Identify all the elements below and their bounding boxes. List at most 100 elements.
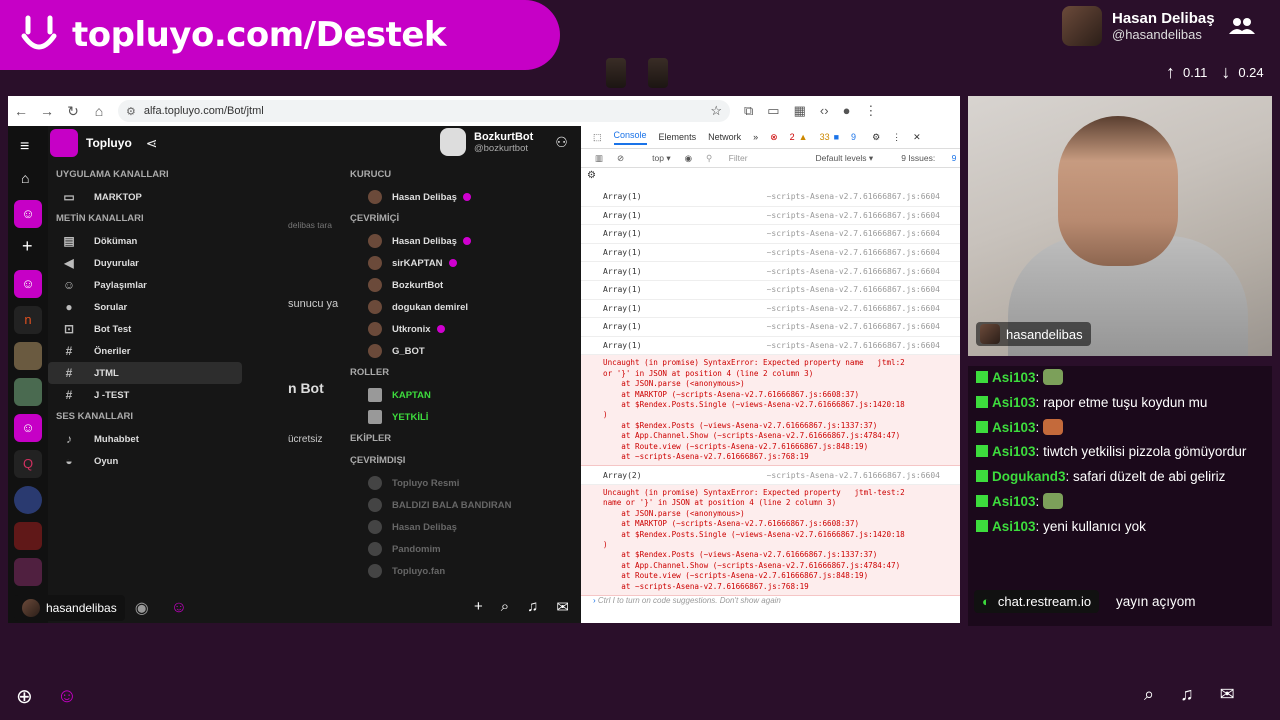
member-row[interactable]: Topluyo Resmi xyxy=(344,472,581,494)
console-row[interactable]: Array(1) ~scripts-Asena-v2.7.61666867.js:… xyxy=(581,244,960,263)
console-row-source[interactable]: ~scripts-Asena-v2.7.61666867.js:6604 xyxy=(767,248,940,257)
tab-console[interactable]: Console xyxy=(613,130,647,145)
member-row[interactable]: KAPTAN xyxy=(344,384,581,406)
settings-gear-icon[interactable]: ⚙ xyxy=(872,132,880,143)
console-row-source[interactable]: ~scripts-Asena-v2.7.61666867.js:6604 xyxy=(767,229,940,238)
extensions-icon[interactable]: ⧉ xyxy=(744,103,753,119)
console-row[interactable]: Array(1) ~scripts-Asena-v2.7.61666867.js:… xyxy=(581,262,960,281)
console-row[interactable]: Array(1) ~scripts-Asena-v2.7.61666867.js:… xyxy=(581,281,960,300)
more-tabs-icon[interactable]: » xyxy=(753,132,758,142)
chat-username[interactable]: Asi103 xyxy=(992,420,1036,435)
member-row[interactable]: Pandomim xyxy=(344,538,581,560)
channel-item[interactable]: ▤ Döküman xyxy=(48,230,248,252)
console-row-source[interactable]: ~scripts-Asena-v2.7.61666867.js:6604 xyxy=(767,304,940,313)
channel-item[interactable]: # JTML xyxy=(48,362,242,384)
chat-username[interactable]: Asi103 xyxy=(992,370,1036,385)
member-row[interactable]: Hasan Delibaş xyxy=(344,230,581,252)
apps-icon[interactable]: ▦ xyxy=(794,103,806,119)
add-server-icon[interactable]: + xyxy=(22,236,33,257)
server-icon[interactable] xyxy=(14,558,42,586)
globe-icon[interactable]: ⊕ xyxy=(16,684,33,709)
console-row[interactable]: Array(2) ~scripts-Asena-v2.7.61666867.js:… xyxy=(581,466,960,485)
server-icon[interactable]: Q xyxy=(14,450,42,478)
server-icon[interactable]: ☺ xyxy=(14,270,42,298)
menu-kebab-icon[interactable]: ⋮ xyxy=(864,103,877,119)
console-row[interactable]: Array(1) ~scripts-Asena-v2.7.61666867.js:… xyxy=(581,188,960,207)
console-row-source[interactable]: ~scripts-Asena-v2.7.61666867.js:6604 xyxy=(767,285,940,294)
member-row[interactable]: sirKAPTAN xyxy=(344,252,581,274)
console-row[interactable]: Array(1) ~scripts-Asena-v2.7.61666867.js:… xyxy=(581,337,960,356)
share-icon[interactable]: ⋖ xyxy=(146,135,158,152)
console-row[interactable]: Array(1) ~scripts-Asena-v2.7.61666867.js:… xyxy=(581,225,960,244)
notification-bell-icon[interactable]: ♫ xyxy=(1180,684,1194,705)
mail-icon[interactable]: ✉ xyxy=(1220,684,1235,705)
forward-icon[interactable]: → xyxy=(34,103,60,119)
server-icon[interactable] xyxy=(14,486,42,514)
tab-network[interactable]: Network xyxy=(708,132,741,142)
channel-item[interactable]: ☺ Paylaşımlar xyxy=(48,274,248,296)
chat-username[interactable]: Asi103 xyxy=(992,395,1036,410)
member-row[interactable]: Hasan Delibaş xyxy=(344,516,581,538)
console-row[interactable]: Array(1) ~scripts-Asena-v2.7.61666867.js:… xyxy=(581,318,960,337)
members-toggle-icon[interactable]: ⚇ xyxy=(555,134,568,151)
console-input[interactable]: › Ctrl I to turn on code suggestions. Do… xyxy=(581,596,960,605)
console-row-source[interactable]: ~scripts-Asena-v2.7.61666867.js:6604 xyxy=(767,267,940,276)
bookmark-star-icon[interactable]: ☆ xyxy=(710,103,722,119)
member-row[interactable]: dogukan demirel xyxy=(344,296,581,318)
server-icon[interactable] xyxy=(14,342,42,370)
profile-icon[interactable]: ● xyxy=(843,103,851,119)
console-settings-icon[interactable]: ⚙ xyxy=(587,170,596,181)
close-icon[interactable]: ✕ xyxy=(913,132,921,143)
topluyo-small-icon[interactable]: ☺ xyxy=(171,599,187,617)
search-icon[interactable]: ⌕ xyxy=(501,598,509,616)
console-row-source[interactable]: ~scripts-Asena-v2.7.61666867.js:6604 xyxy=(767,341,940,350)
add-icon[interactable]: + xyxy=(474,598,483,616)
server-icon[interactable] xyxy=(14,378,42,406)
channel-item[interactable]: ⊡ Bot Test xyxy=(48,318,248,340)
server-icon[interactable]: ☺ xyxy=(14,414,42,442)
clear-console-icon[interactable]: ⊘ xyxy=(617,153,624,164)
levels-select[interactable]: Default levels ▾ xyxy=(802,153,874,164)
console-row-source[interactable]: ~scripts-Asena-v2.7.61666867.js:6604 xyxy=(767,211,940,220)
member-row[interactable]: Hasan Delibaş xyxy=(344,186,581,208)
console-row[interactable]: Array(1) ~scripts-Asena-v2.7.61666867.js:… xyxy=(581,207,960,226)
site-info-icon[interactable]: ⚙ xyxy=(126,105,136,118)
context-select[interactable]: top ▾ xyxy=(638,153,670,164)
channel-item[interactable]: # J -TEST xyxy=(48,384,248,406)
member-row[interactable]: BozkurtBot xyxy=(344,274,581,296)
server-icon[interactable] xyxy=(14,522,42,550)
console-row-source[interactable]: ~scripts-Asena-v2.7.61666867.js:6604 xyxy=(767,471,940,480)
channel-item[interactable]: ▭ MARKTOP xyxy=(48,186,248,208)
issues-button[interactable]: 9 Issues: 9 xyxy=(887,153,956,163)
back-icon[interactable]: ← xyxy=(8,103,34,119)
hamburger-icon[interactable]: ≡ xyxy=(20,138,29,156)
filter-input[interactable]: ⚲ Filter xyxy=(706,153,747,164)
search-icon[interactable]: ⌕ xyxy=(1144,684,1154,705)
chat-username[interactable]: Dogukand3 xyxy=(992,469,1066,484)
mic-icon[interactable]: ◉ xyxy=(135,598,149,618)
reload-icon[interactable]: ↻ xyxy=(60,103,86,120)
member-row[interactable]: YETKİLİ xyxy=(344,406,581,428)
channel-item[interactable]: # Öneriler xyxy=(48,340,248,362)
console-row-source[interactable]: ~scripts-Asena-v2.7.61666867.js:6604 xyxy=(767,322,940,331)
chat-username[interactable]: Asi103 xyxy=(992,444,1036,459)
console-row[interactable]: Array(1) ~scripts-Asena-v2.7.61666867.js:… xyxy=(581,300,960,319)
member-row[interactable]: Topluyo.fan xyxy=(344,560,581,582)
channel-item[interactable]: ◀ Duyurular xyxy=(48,252,248,274)
tab-elements[interactable]: Elements xyxy=(659,132,697,142)
member-row[interactable]: G_BOT xyxy=(344,340,581,362)
topluyo-bottom-icon[interactable]: ☺ xyxy=(57,685,77,708)
channel-item[interactable]: ♪ Muhabbet xyxy=(48,428,248,450)
member-row[interactable]: Utkronix xyxy=(344,318,581,340)
bell-icon[interactable]: ♫ xyxy=(527,598,538,616)
address-bar[interactable]: ⚙ alfa.topluyo.com/Bot/jtml ☆ xyxy=(118,100,730,122)
inspect-icon[interactable]: ⬚ xyxy=(593,132,602,143)
sidebar-toggle-icon[interactable]: ▥ xyxy=(595,153,603,164)
current-user[interactable]: hasandelibas xyxy=(14,594,125,621)
member-row[interactable]: BALDIZI BALA BANDIRAN xyxy=(344,494,581,516)
chat-username[interactable]: Asi103 xyxy=(992,519,1036,534)
home-nav-icon[interactable]: ⌂ xyxy=(21,170,29,186)
kebab-icon[interactable]: ⋮ xyxy=(892,132,901,143)
channel-item[interactable]: ● Sorular xyxy=(48,296,248,318)
home-icon[interactable]: ⌂ xyxy=(86,103,112,119)
